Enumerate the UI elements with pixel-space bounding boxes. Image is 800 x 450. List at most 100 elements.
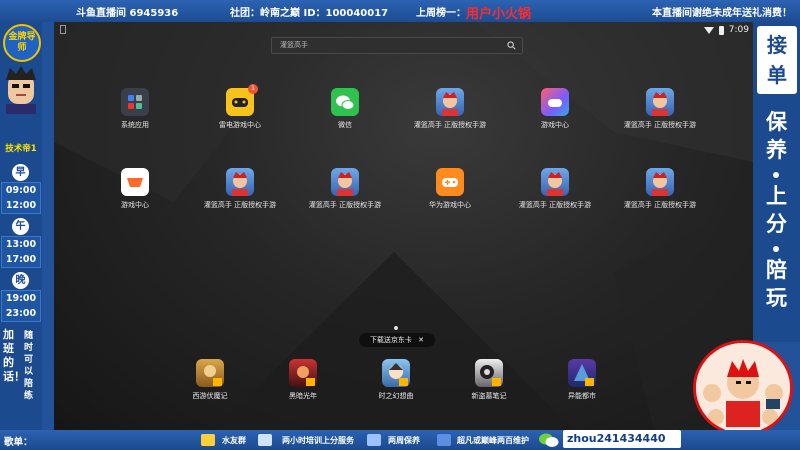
evening-label: 晚 <box>12 272 29 289</box>
slam-dunk-icon <box>331 168 359 196</box>
xiyou-icon <box>196 359 224 387</box>
overtime-text: 加班的话！ <box>3 328 25 383</box>
slam-dunk-sticker <box>693 340 793 436</box>
service-text: 陪玩 <box>766 258 787 310</box>
app-label: 灌篮高手 正版授权手游 <box>203 201 277 209</box>
app-label: 时之幻想曲 <box>378 392 414 400</box>
minor-notice: 本直播间谢绝未成年送礼消费！ <box>652 7 792 19</box>
left-schedule-panel: 金牌导师 技术帝1 早 09:00 12:00 午 13:00 17:00 晚 … <box>0 22 42 430</box>
sim-icon <box>60 25 66 34</box>
song-list-label: 歌单： <box>4 437 33 448</box>
evening-end: 23:00 <box>5 308 37 319</box>
app-wechat[interactable]: 微信 <box>300 88 390 130</box>
wechat-icon <box>331 88 359 116</box>
app-label: 灌篮高手 正版授权手游 <box>413 121 487 129</box>
order-accept-label: 接单 <box>757 26 797 94</box>
noon-end: 17:00 <box>5 254 37 265</box>
close-icon[interactable]: ✕ <box>418 336 424 344</box>
app-system-apps[interactable]: 系统应用 <box>90 88 180 130</box>
search-bar[interactable]: 灌篮高手 <box>271 37 523 54</box>
toast-text: 下载送京东卡 <box>369 336 412 344</box>
separator-dot <box>773 246 779 252</box>
top-fan-name: 用户小火锅 <box>466 7 532 22</box>
app-slam-dunk[interactable]: 灌篮高手 正版授权手游 <box>615 88 705 130</box>
app-slam-dunk[interactable]: 灌篮高手 正版授权手游 <box>615 168 705 210</box>
slam-dunk-icon <box>646 88 674 116</box>
noon-start: 13:00 <box>5 239 37 250</box>
morning-start: 09:00 <box>5 185 37 196</box>
app-label: 华为游戏中心 <box>429 201 471 209</box>
training-icon <box>258 434 272 446</box>
fan-group-icon <box>201 434 215 446</box>
tomb-notes-icon <box>475 359 503 387</box>
download-promo-toast[interactable]: 下载送京东卡 ✕ <box>359 333 435 347</box>
app-slam-dunk[interactable]: 灌篮高手 正版授权手游 <box>405 88 495 130</box>
status-time: 7:09 <box>728 25 749 35</box>
dark-lightyear-icon <box>289 359 317 387</box>
app-label: 雷电游戏中心 <box>219 121 261 129</box>
app-label: 灌篮高手 正版授权手游 <box>623 121 697 129</box>
app-slam-dunk[interactable]: 灌篮高手 正版授权手游 <box>510 168 600 210</box>
search-icon[interactable] <box>507 41 516 50</box>
app-label: 西游伏魔记 <box>192 392 228 400</box>
app-game-center[interactable]: 游戏中心 <box>90 168 180 210</box>
android-home-screen: 7:09 灌篮高手 系统应用 1 雷电游戏中心 微信 灌篮高手 正版授权手游 游… <box>54 22 753 430</box>
gold-mentor-badge: 金牌导师 <box>3 24 41 62</box>
app-slam-dunk[interactable]: 灌篮高手 正版授权手游 <box>300 168 390 210</box>
tech-label: 技术帝1 <box>5 144 37 154</box>
evening-start: 19:00 <box>5 293 37 304</box>
app-label: 新盗墓笔记 <box>471 392 507 400</box>
app-label: 系统应用 <box>121 121 149 129</box>
battery-icon <box>718 25 724 35</box>
top-banner: 斗鱼直播间 6945936 社团：岭南之巅 ID：100040017 上周榜一：… <box>0 0 800 22</box>
app-game-center[interactable]: 游戏中心 <box>510 88 600 130</box>
noon-label: 午 <box>12 218 29 235</box>
separator-dot <box>773 172 779 178</box>
service-play-along: 陪玩 <box>753 256 800 312</box>
fan-group-text: 水友群 <box>222 436 246 445</box>
app-label: 黑暗光年 <box>289 392 317 400</box>
system-apps-folder-icon <box>121 88 149 116</box>
badge-text: 金牌导师 <box>8 32 36 53</box>
app-dark-lightyear[interactable]: 黑暗光年 <box>258 359 348 401</box>
app-label: 灌篮高手 正版授权手游 <box>623 201 697 209</box>
club-info: 社团：岭南之巅 ID：100040017 <box>230 7 389 19</box>
last-week-label: 上周榜一： <box>416 7 466 19</box>
app-leidian-game-center[interactable]: 1 雷电游戏中心 <box>195 84 285 130</box>
anytime-text: 随时可以陪练 <box>24 331 34 401</box>
morning-end: 12:00 <box>5 200 37 211</box>
stream-overlay: 斗鱼直播间 6945936 社团：岭南之巅 ID：100040017 上周榜一：… <box>0 0 800 450</box>
app-label: 异能都市 <box>568 392 596 400</box>
right-service-panel: 接单 保养 上分 陪玩 <box>753 22 800 342</box>
leidian-game-center-icon: 1 <box>226 84 258 116</box>
app-xiyou[interactable]: 西游伏魔记 <box>165 359 255 401</box>
jiedan-text: 接单 <box>767 33 787 87</box>
app-slam-dunk[interactable]: 灌篮高手 正版授权手游 <box>195 168 285 210</box>
wechat-icon <box>539 433 559 447</box>
app-super-city[interactable]: 异能都市 <box>537 359 627 401</box>
wechat-id: zhou241434440 <box>563 430 681 448</box>
app-tomb-notes[interactable]: 新盗墓笔记 <box>444 359 534 401</box>
peak-text: 超凡或巅峰两百维护 <box>457 436 529 445</box>
app-time-fantasia[interactable]: 时之幻想曲 <box>351 359 441 401</box>
slam-dunk-icon <box>226 168 254 196</box>
app-label: 微信 <box>338 121 352 129</box>
slam-dunk-icon <box>541 168 569 196</box>
status-bar: 7:09 <box>703 22 749 38</box>
room-number: 斗鱼直播间 6945936 <box>76 7 179 19</box>
peak-icon <box>437 434 451 446</box>
morning-hours: 09:00 12:00 <box>1 182 41 214</box>
game-center-orange-icon <box>121 168 149 196</box>
wifi-icon <box>703 26 714 34</box>
app-label: 灌篮高手 正版授权手游 <box>308 201 382 209</box>
page-indicator <box>394 326 398 330</box>
notification-badge: 1 <box>248 84 258 94</box>
app-label: 游戏中心 <box>121 201 149 209</box>
training-text: 两小时培训上分服务 <box>282 436 354 445</box>
maintenance-text: 两周保养 <box>388 436 420 445</box>
service-text: 保养 <box>766 110 787 162</box>
app-huawei-game-center[interactable]: 华为游戏中心 <box>405 168 495 210</box>
evening-hours: 19:00 23:00 <box>1 290 41 322</box>
service-text: 上分 <box>766 184 787 236</box>
streamer-avatar <box>6 66 36 114</box>
